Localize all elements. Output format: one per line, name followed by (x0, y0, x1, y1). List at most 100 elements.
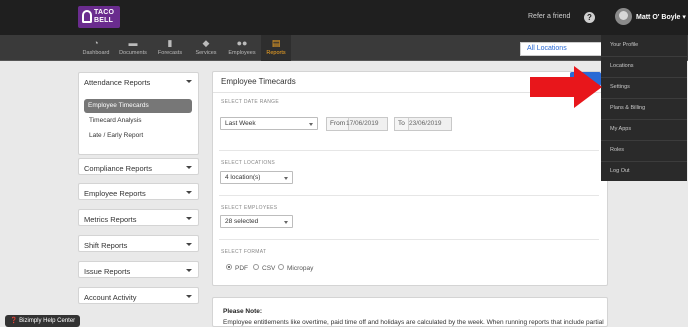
menu-item-my-apps[interactable]: My Apps (610, 126, 631, 132)
nav-label: Documents (119, 50, 147, 56)
radio-label: CSV (262, 265, 276, 272)
radio-icon (253, 264, 259, 271)
nav-label: Services (195, 50, 217, 56)
menu-item-roles[interactable]: Roles (610, 147, 624, 153)
employees-label: SELECT EMPLOYEES (221, 205, 278, 211)
section-title: Employee Reports (84, 189, 146, 198)
employees-icon: ●● (236, 38, 248, 48)
refer-friend-link[interactable]: Refer a friend (528, 13, 570, 20)
employees-select[interactable]: 28 selected (220, 215, 293, 228)
chevron-down-icon (186, 295, 192, 298)
date-range-select[interactable]: Last Week (220, 117, 318, 130)
chevron-down-icon (309, 123, 313, 126)
from-date-field[interactable]: From 17/06/2019 (326, 117, 388, 131)
avatar[interactable] (615, 8, 632, 25)
sidebar-item-timecard-analysis[interactable]: Timecard Analysis (89, 117, 142, 124)
divider (219, 195, 599, 196)
to-date-value: 23/06/2019 (409, 120, 442, 127)
sidebar-section-attendance: Attendance Reports (78, 72, 199, 155)
from-date-value: 17/06/2019 (346, 120, 379, 127)
note-body: Employee entitlements like overtime, pai… (223, 319, 604, 326)
menu-item-log-out[interactable]: Log Out (610, 168, 630, 174)
radio-icon (278, 264, 284, 271)
sidebar-section-shift[interactable]: Shift Reports (78, 235, 199, 252)
divider (601, 119, 687, 120)
help-icon[interactable]: ? (584, 12, 595, 23)
nav-label: Reports (266, 50, 286, 56)
locations-value: 4 location(s) (225, 174, 261, 181)
section-title[interactable]: Attendance Reports (84, 78, 150, 87)
menu-item-plans-billing[interactable]: Plans & Billing (610, 105, 645, 111)
chevron-down-icon (186, 217, 192, 220)
nav-label: Dashboard (82, 50, 110, 56)
nav-dashboard[interactable]: ◔ Dashboard (80, 35, 112, 61)
format-radio-pdf[interactable]: PDF (226, 264, 248, 272)
date-range-label: SELECT DATE RANGE (221, 99, 279, 105)
chevron-down-icon (186, 269, 192, 272)
forecasts-icon: ▮ (167, 38, 173, 48)
page-title: Employee Timecards (221, 77, 296, 86)
radio-selected-icon (226, 264, 232, 271)
taco-bell-logo[interactable]: TACO BELL (78, 6, 120, 28)
section-title: Metrics Reports (84, 215, 137, 224)
sidebar-section-compliance[interactable]: Compliance Reports (78, 158, 199, 175)
nav-documents[interactable]: ▬ Documents (117, 35, 149, 61)
top-bar: TACO BELL Refer a friend ? Matt O' Boyle … (0, 0, 688, 35)
sidebar-section-account-activity[interactable]: Account Activity (78, 287, 199, 304)
menu-item-your-profile[interactable]: Your Profile (610, 42, 638, 48)
section-title: Issue Reports (84, 267, 131, 276)
divider (219, 239, 599, 240)
radio-label: PDF (235, 265, 248, 272)
nav-reports[interactable]: ▤ Reports (261, 35, 291, 61)
note-panel: Please Note: Employee entitlements like … (212, 297, 608, 327)
help-center-label: Bizimply Help Center (19, 318, 76, 324)
to-date-field[interactable]: To 23/06/2019 (394, 117, 452, 131)
locations-label: SELECT LOCATIONS (221, 160, 276, 166)
sidebar-section-employee[interactable]: Employee Reports (78, 183, 199, 200)
reports-icon: ▤ (271, 38, 281, 48)
chevron-down-icon: ▾ (682, 14, 686, 21)
format-radio-micropay[interactable]: Micropay (278, 264, 314, 272)
services-icon: ◆ (202, 38, 210, 48)
menu-item-locations[interactable]: Locations (610, 63, 634, 69)
divider (601, 77, 687, 78)
sidebar-section-metrics[interactable]: Metrics Reports (78, 209, 199, 226)
date-range-value: Last Week (225, 120, 256, 127)
to-prefix: To (395, 118, 409, 130)
employees-value: 28 selected (225, 218, 259, 225)
help-center-button[interactable]: ❓ Bizimply Help Center (5, 315, 81, 327)
note-title: Please Note: (223, 308, 263, 315)
format-label: SELECT FORMAT (221, 249, 267, 255)
nav-forecasts[interactable]: ▮ Forecasts (154, 35, 186, 61)
nav-employees[interactable]: ●● Employees (226, 35, 258, 61)
divider (601, 140, 687, 141)
radio-label: Micropay (287, 265, 314, 272)
sidebar-section-issue[interactable]: Issue Reports (78, 261, 199, 278)
divider (601, 56, 687, 57)
logo-text: TACO BELL (94, 9, 115, 24)
section-title: Account Activity (84, 293, 137, 302)
bell-icon (82, 10, 92, 23)
section-title: Compliance Reports (84, 164, 152, 173)
divider (601, 161, 687, 162)
red-arrow-annotation (530, 66, 602, 108)
menu-item-settings[interactable]: Settings (610, 84, 630, 90)
user-menu-toggle[interactable]: Matt O' Boyle ▾ (636, 13, 686, 21)
section-title: Shift Reports (84, 241, 128, 250)
location-select[interactable]: All Locations (520, 42, 602, 56)
question-icon: ❓ (10, 318, 18, 324)
format-radio-csv[interactable]: CSV (253, 264, 276, 272)
documents-icon: ▬ (128, 38, 138, 48)
chevron-down-icon[interactable] (186, 80, 192, 83)
nav-label: Forecasts (157, 50, 183, 56)
sidebar-item-late-early[interactable]: Late / Early Report (89, 132, 143, 139)
locations-select[interactable]: 4 location(s) (220, 171, 293, 184)
sidebar-item-employee-timecards[interactable]: Employee Timecards (84, 99, 192, 113)
chevron-down-icon (186, 243, 192, 246)
chevron-down-icon (284, 221, 288, 224)
chevron-down-icon (284, 177, 288, 180)
user-dropdown-menu: Your Profile Locations Settings Plans & … (601, 35, 687, 181)
divider (219, 150, 599, 151)
divider (601, 98, 687, 99)
nav-services[interactable]: ◆ Services (191, 35, 221, 61)
